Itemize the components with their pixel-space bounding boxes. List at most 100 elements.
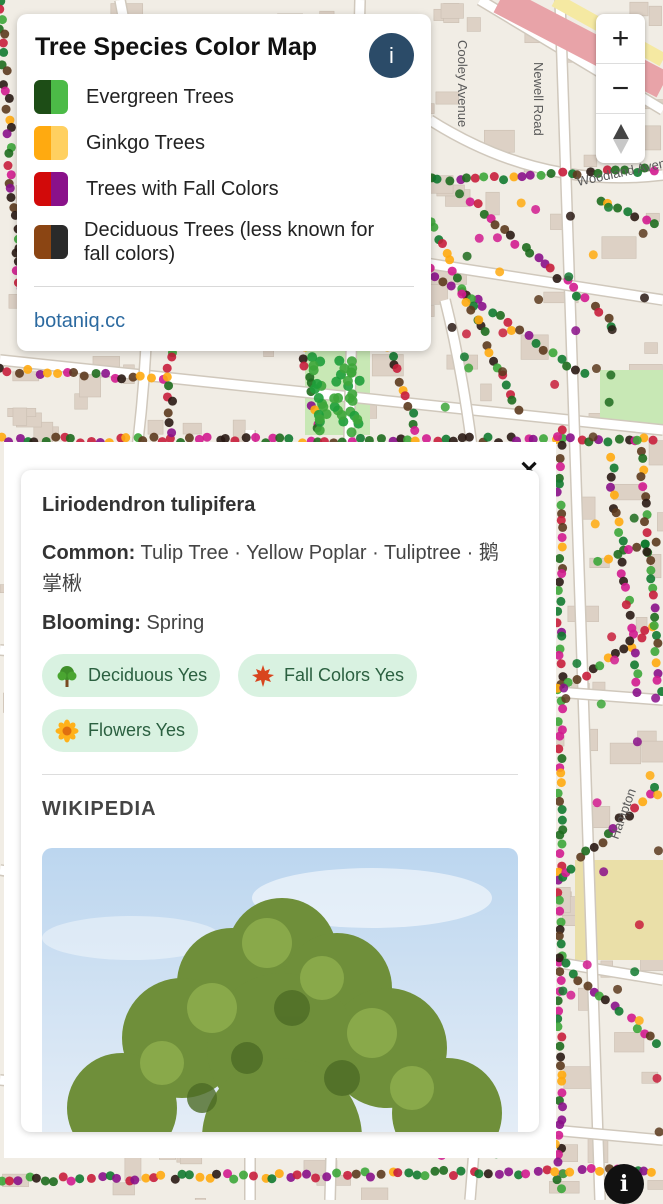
compass-reset-button[interactable] [596,114,645,163]
tree-dot[interactable] [651,658,661,668]
tree-dot[interactable] [267,1174,277,1184]
tree-dot[interactable] [195,1172,205,1182]
tree-dot[interactable] [651,1039,661,1049]
tree-dot[interactable] [653,638,663,648]
tree-dot[interactable] [555,906,565,916]
tree-dot[interactable] [484,348,494,358]
tree-dot[interactable] [229,1174,239,1184]
tree-dot[interactable] [167,352,177,362]
tree-dot[interactable] [23,364,33,374]
tree-dot[interactable] [652,1073,662,1083]
tree-dot[interactable] [558,167,568,177]
tree-dot[interactable] [31,1173,41,1183]
tree-dot[interactable] [653,790,663,800]
tree-dot[interactable] [456,1166,466,1176]
tree-dot[interactable] [534,295,544,305]
tree-dot[interactable] [439,1165,449,1175]
tree-dot[interactable] [420,1171,430,1181]
tree-dot[interactable] [51,432,61,442]
tree-dot[interactable] [555,1061,565,1071]
tree-dot[interactable] [58,1172,68,1182]
tree-dot[interactable] [550,379,560,389]
tree-dot[interactable] [591,364,601,374]
tree-dot[interactable] [565,1167,575,1177]
tree-dot[interactable] [483,1169,493,1179]
tree-dot[interactable] [470,173,480,183]
tree-dot[interactable] [557,1076,567,1086]
tree-dot[interactable] [599,867,609,877]
tree-dot[interactable] [555,796,565,806]
tree-dot[interactable] [556,596,566,606]
tree-dot[interactable] [239,1170,249,1180]
tree-dot[interactable] [466,305,476,315]
tree-dot[interactable] [495,267,505,277]
tree-dot[interactable] [48,1177,58,1187]
tree-dot[interactable] [557,542,567,552]
tree-dot[interactable] [631,677,641,687]
tree-dot[interactable] [652,675,662,685]
tree-dot[interactable] [135,371,145,381]
tree-dot[interactable] [648,435,658,445]
tree-dot[interactable] [459,352,469,362]
tree-dot[interactable] [645,770,655,780]
tree-dot[interactable] [352,414,363,425]
tree-dot[interactable] [311,1173,321,1183]
tree-dot[interactable] [347,395,358,406]
tree-dot[interactable] [594,307,604,317]
tree-dot[interactable] [410,426,420,436]
tree-dot[interactable] [638,453,648,463]
tree-dot[interactable] [556,778,566,788]
tree-dot[interactable] [332,1168,342,1178]
tree-dot[interactable] [634,1016,644,1026]
tree-dot[interactable] [515,325,525,335]
tree-dot[interactable] [555,731,565,741]
tree-dot[interactable] [642,215,652,225]
tree-dot[interactable] [606,452,616,462]
tree-dot[interactable] [412,1170,422,1180]
tree-dot[interactable] [404,1168,414,1178]
tree-dot[interactable] [557,1184,567,1194]
tree-dot[interactable] [531,338,541,348]
tree-dot[interactable] [79,371,89,381]
tree-dot[interactable] [248,1171,258,1181]
tree-dot[interactable] [474,315,484,325]
tree-dot[interactable] [302,1169,312,1179]
tree-dot[interactable] [1,104,11,114]
tree-dot[interactable] [554,895,564,905]
tree-dot[interactable] [588,250,598,260]
tree-dot[interactable] [646,1167,656,1177]
tree-dot[interactable] [314,425,325,436]
tree-dot[interactable] [2,66,12,76]
tree-dot[interactable] [562,361,572,371]
tree-dot[interactable] [572,658,582,668]
botaniq-link[interactable]: botaniq.cc [34,310,125,333]
tree-dot[interactable] [480,326,490,336]
tree-dot[interactable] [556,500,566,510]
tree-dot[interactable] [588,432,598,442]
tree-dot[interactable] [464,363,474,373]
tree-dot[interactable] [389,351,399,361]
tree-dot[interactable] [620,582,630,592]
tree-dot[interactable] [617,557,627,567]
tree-dot[interactable] [564,272,574,282]
tree-dot[interactable] [524,330,534,340]
tree-dot[interactable] [632,435,642,445]
tree-dot[interactable] [598,838,608,848]
tree-dot[interactable] [586,1163,596,1173]
tree-dot[interactable] [646,574,656,584]
tree-dot[interactable] [558,1102,568,1112]
tree-dot[interactable] [314,414,325,425]
tree-dot[interactable] [4,1176,14,1186]
tree-dot[interactable] [542,1165,552,1175]
tree-dot[interactable] [641,498,651,508]
tree-dot[interactable] [312,378,323,389]
tree-dot[interactable] [292,1170,302,1180]
tree-dot[interactable] [610,655,620,665]
tree-dot[interactable] [322,1172,332,1182]
tree-dot[interactable] [501,380,511,390]
tree-dot[interactable] [557,569,567,579]
tree-dot[interactable] [494,1169,504,1179]
tree-dot[interactable] [448,1171,458,1181]
tree-dot[interactable] [603,554,613,564]
tree-dot[interactable] [479,172,489,182]
